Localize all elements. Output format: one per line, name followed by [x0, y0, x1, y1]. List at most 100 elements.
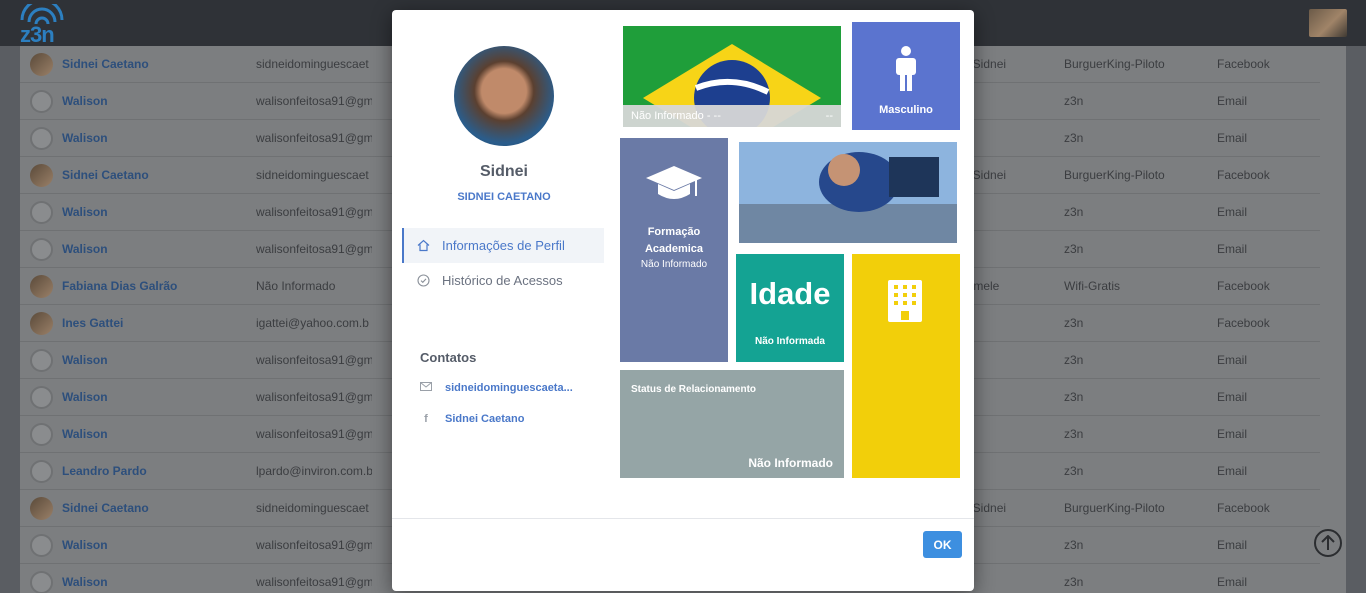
avatar [30, 90, 53, 113]
profile-full-name: SIDNEI CAETANO [457, 191, 551, 203]
row-login-type: Email [1217, 205, 1248, 219]
row-email: walisonfeitosa91@gm [256, 94, 372, 108]
contact-email-value: sidneidominguescaeta... [445, 382, 573, 394]
location-text: Não Informado - -- [631, 110, 721, 122]
check-circle-icon [416, 274, 430, 288]
nav-item-label: Histórico de Acessos [442, 273, 563, 288]
row-network: z3n [1064, 242, 1084, 256]
row-login-type: Email [1217, 131, 1248, 145]
row-name[interactable]: Sidnei Caetano [62, 168, 149, 182]
row-login-type: Email [1217, 538, 1248, 552]
row-name[interactable]: Ines Gattei [62, 316, 123, 330]
avatar [30, 127, 53, 150]
gender-label: Masculino [879, 104, 933, 116]
row-email: igattei@yahoo.com.b [256, 316, 369, 330]
scroll-to-top-button[interactable] [1314, 529, 1342, 557]
education-value: Não Informado [640, 259, 708, 270]
row-name[interactable]: Leandro Pardo [62, 464, 147, 478]
ok-button[interactable]: OK [923, 531, 962, 558]
row-network: BurguerKing-Piloto [1064, 57, 1165, 71]
row-login-type: Email [1217, 353, 1248, 367]
row-login-type: Facebook [1217, 168, 1270, 182]
row-login-type: Email [1217, 94, 1248, 108]
avatar [30, 497, 53, 520]
row-name[interactable]: Walison [62, 575, 108, 589]
avatar [30, 386, 53, 409]
row-network: z3n [1064, 131, 1084, 145]
row-email: walisonfeitosa91@gm [256, 131, 372, 145]
row-name[interactable]: Fabiana Dias Galrão [62, 279, 177, 293]
row-name[interactable]: Walison [62, 205, 108, 219]
home-icon [416, 239, 430, 253]
row-name[interactable]: Walison [62, 538, 108, 552]
row-email: walisonfeitosa91@gm [256, 538, 372, 552]
avatar [30, 460, 53, 483]
row-network: Wifi-Gratis [1064, 279, 1120, 293]
contacts-title: Contatos [420, 350, 477, 365]
logo-text: z3n [20, 22, 55, 47]
avatar [30, 312, 53, 335]
user-avatar[interactable] [1309, 9, 1347, 37]
education-title: Formação Academica [644, 226, 704, 255]
avatar [30, 238, 53, 261]
row-name[interactable]: Sidnei Caetano [62, 501, 149, 515]
row-email: walisonfeitosa91@gm [256, 390, 372, 404]
relationship-title: Status de Relacionamento [631, 384, 757, 395]
row-login-type: Facebook [1217, 501, 1270, 515]
relationship-tile: Status de Relacionamento Não Informado [620, 370, 844, 478]
facebook-icon: f [424, 413, 428, 425]
row-email: walisonfeitosa91@gm [256, 242, 372, 256]
row-login-type: Email [1217, 390, 1248, 404]
male-person-icon [896, 46, 916, 91]
row-email: lpardo@inviron.com.b [256, 464, 372, 478]
avatar [30, 571, 53, 593]
nav-item-label: Informações de Perfil [442, 238, 565, 253]
row-name[interactable]: Walison [62, 131, 108, 145]
row-network: z3n [1064, 205, 1084, 219]
avatar [30, 275, 53, 298]
row-email: sidneidominguescaet [256, 168, 369, 182]
contact-email[interactable]: sidneidominguescaeta... [420, 382, 573, 394]
relationship-value: Não Informado [748, 456, 833, 470]
modal-footer [392, 518, 974, 591]
row-network: BurguerKing-Piloto [1064, 168, 1165, 182]
age-value: Não Informada [754, 336, 825, 347]
avatar [30, 164, 53, 187]
nav-item-profile-info[interactable]: Informações de Perfil [402, 228, 604, 263]
row-email: walisonfeitosa91@gm [256, 575, 372, 589]
avatar [30, 423, 53, 446]
building-icon [888, 280, 922, 322]
row-login-type: Email [1217, 464, 1248, 478]
row-network: z3n [1064, 390, 1084, 404]
location-tile: Não Informado - -- -- [623, 26, 841, 127]
envelope-icon [420, 382, 432, 394]
row-name[interactable]: Walison [62, 390, 108, 404]
age-title: Idade [749, 276, 831, 311]
row-name[interactable]: Sidnei Caetano [62, 57, 149, 71]
avatar [30, 534, 53, 557]
arrow-up-icon [1321, 535, 1335, 550]
education-tile: Formação Academica Não Informado [620, 138, 728, 362]
row-name[interactable]: Walison [62, 94, 108, 108]
avatar [30, 201, 53, 224]
row-login-type: Facebook [1217, 279, 1270, 293]
building-tile [852, 254, 960, 478]
row-name[interactable]: Walison [62, 427, 108, 441]
profile-photo-tile [739, 142, 957, 243]
row-login-type: Facebook [1217, 316, 1270, 330]
location-label: Não Informado - -- -- [623, 105, 841, 127]
avatar [30, 349, 53, 372]
avatar [30, 53, 53, 76]
row-network: z3n [1064, 94, 1084, 108]
app-logo[interactable]: z3n [18, 0, 66, 47]
profile-nav: Informações de Perfil Histórico de Acess… [402, 228, 604, 298]
row-name[interactable]: Walison [62, 353, 108, 367]
profile-modal: Sidnei SIDNEI CAETANO Informações de Per… [392, 10, 974, 591]
row-network: z3n [1064, 575, 1084, 589]
contact-facebook-value: Sidnei Caetano [445, 413, 525, 425]
contact-facebook[interactable]: f Sidnei Caetano [420, 413, 524, 425]
nav-item-access-history[interactable]: Histórico de Acessos [402, 263, 604, 298]
profile-avatar [454, 46, 554, 146]
row-email: Não Informado [256, 279, 336, 293]
row-name[interactable]: Walison [62, 242, 108, 256]
